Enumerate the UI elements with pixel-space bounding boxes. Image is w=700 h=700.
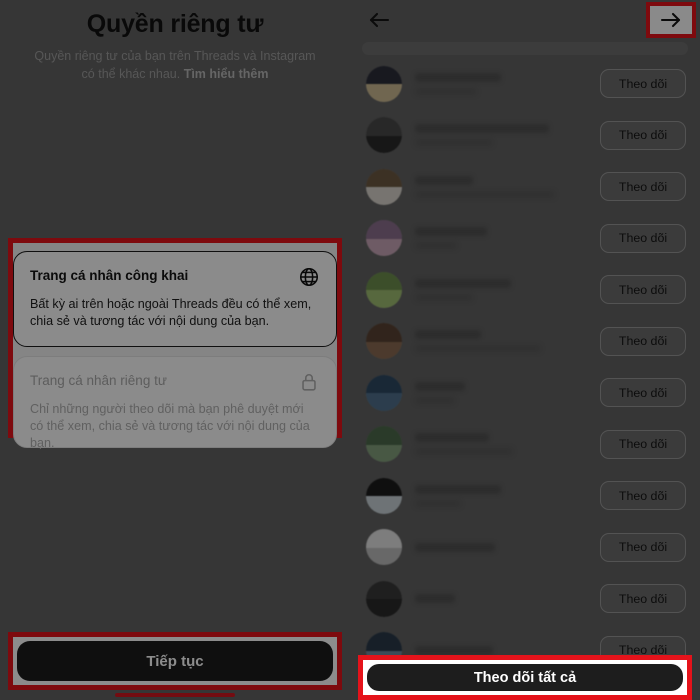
follow-button[interactable]: Theo dõi (600, 223, 686, 253)
follow-suggestion-text (415, 227, 600, 250)
follow-suggestion-row[interactable]: Theo dõi (350, 367, 700, 419)
follow-all-button[interactable]: Theo dõi tất cả (367, 664, 683, 691)
avatar (366, 323, 402, 360)
follow-suggestions-list: Theo dõi Theo dõi Theo dõi Theo dõi Theo dõi… (350, 58, 700, 676)
follow-suggestion-text (415, 484, 600, 507)
username-redacted (415, 484, 501, 494)
follow-suggestion-row[interactable]: Theo dõi (350, 58, 700, 110)
follow-list-header (350, 0, 700, 40)
fullname-redacted (415, 293, 473, 301)
arrow-left-icon[interactable] (366, 8, 392, 32)
follow-button[interactable]: Theo dõi (600, 584, 686, 614)
follow-suggestion-row[interactable]: Theo dõi (350, 213, 700, 265)
follow-suggestion-row[interactable]: Theo dõi (350, 522, 700, 574)
option-private-profile-title: Trang cá nhân riêng tư (30, 373, 167, 388)
follow-button[interactable]: Theo dõi (600, 69, 686, 99)
learn-more-link[interactable]: Tìm hiểu thêm (184, 67, 269, 81)
avatar (366, 580, 402, 617)
search-bar[interactable] (362, 42, 688, 55)
fullname-redacted (415, 345, 541, 353)
follow-suggestion-row[interactable]: Theo dõi (350, 573, 700, 625)
avatar (366, 374, 402, 411)
avatar (366, 271, 402, 308)
follow-suggestion-text (415, 330, 600, 353)
follow-suggestion-text (415, 124, 600, 147)
follow-suggestion-row[interactable]: Theo dõi (350, 264, 700, 316)
option-private-profile-description: Chỉ những người theo dõi mà bạn phê duyệ… (30, 402, 310, 450)
fullname-redacted (415, 448, 513, 456)
follow-suggestion-row[interactable]: Theo dõi (350, 110, 700, 162)
page-subtitle: Quyền riêng tư của bạn trên Threads và I… (30, 47, 320, 83)
page-subtitle-text: Quyền riêng tư của bạn trên Threads và I… (34, 49, 316, 81)
option-private-profile[interactable]: Trang cá nhân riêng tư Chỉ những người t… (13, 356, 337, 450)
avatar (366, 477, 402, 514)
fullname-redacted (415, 242, 457, 250)
follow-suggestion-text (415, 645, 600, 655)
follow-suggestion-text (415, 72, 600, 95)
follow-button[interactable]: Theo dõi (600, 378, 686, 408)
username-redacted (415, 175, 473, 185)
fullname-redacted (415, 87, 477, 95)
option-public-profile-title: Trang cá nhân công khai (30, 268, 189, 283)
privacy-settings-panel: Quyền riêng tư Quyền riêng tư của bạn tr… (0, 0, 350, 700)
follow-suggestion-row[interactable]: Theo dõi (350, 470, 700, 522)
continue-button-highlight: Tiếp tục (8, 632, 342, 690)
follow-button[interactable]: Theo dõi (600, 120, 686, 150)
username-redacted (415, 542, 495, 552)
follow-suggestion-text (415, 433, 600, 456)
follow-suggestion-text (415, 381, 600, 404)
avatar (366, 65, 402, 102)
follow-suggestion-text (415, 542, 600, 552)
arrow-right-icon[interactable] (659, 9, 683, 31)
follow-suggestion-text (415, 278, 600, 301)
avatar (366, 529, 402, 566)
option-public-profile[interactable]: Trang cá nhân công khai Bất kỳ ai trên h… (13, 251, 337, 347)
fullname-redacted (415, 190, 555, 198)
username-redacted (415, 227, 487, 237)
follow-button[interactable]: Theo dõi (600, 275, 686, 305)
follow-button[interactable]: Theo dõi (600, 481, 686, 511)
username-redacted (415, 381, 465, 391)
continue-button[interactable]: Tiếp tục (17, 641, 333, 681)
globe-icon (298, 266, 320, 288)
avatar (366, 220, 402, 257)
avatar (366, 168, 402, 205)
avatar (366, 426, 402, 463)
follow-button[interactable]: Theo dõi (600, 429, 686, 459)
avatar (366, 117, 402, 154)
username-redacted (415, 124, 549, 134)
next-button-highlight (646, 2, 696, 38)
username-redacted (415, 594, 455, 604)
follow-suggestion-text (415, 175, 600, 198)
username-redacted (415, 72, 501, 82)
follow-button[interactable]: Theo dõi (600, 326, 686, 356)
follow-suggestion-text (415, 594, 600, 604)
fullname-redacted (415, 499, 461, 507)
follow-suggestion-row[interactable]: Theo dõi (350, 316, 700, 368)
follow-button[interactable]: Theo dõi (600, 532, 686, 562)
follow-all-button-highlight: Theo dõi tất cả (358, 655, 692, 700)
dual-screenshot-comparison: Quyền riêng tư Quyền riêng tư của bạn tr… (0, 0, 700, 700)
username-redacted (415, 433, 489, 443)
follow-button[interactable]: Theo dõi (600, 172, 686, 202)
follow-suggestion-row[interactable]: Theo dõi (350, 161, 700, 213)
fullname-redacted (415, 139, 493, 147)
suggested-follows-panel: Theo dõi Theo dõi Theo dõi Theo dõi Theo dõi… (350, 0, 700, 700)
home-indicator (115, 693, 235, 697)
page-title: Quyền riêng tư (86, 10, 264, 38)
fullname-redacted (415, 396, 455, 404)
username-redacted (415, 330, 481, 340)
username-redacted (415, 645, 493, 655)
lock-icon (298, 371, 320, 393)
privacy-options-highlight: Trang cá nhân công khai Bất kỳ ai trên h… (8, 238, 342, 450)
option-public-profile-description: Bất kỳ ai trên hoặc ngoài Threads đều có… (30, 297, 312, 328)
follow-suggestion-row[interactable]: Theo dõi (350, 419, 700, 471)
username-redacted (415, 278, 511, 288)
